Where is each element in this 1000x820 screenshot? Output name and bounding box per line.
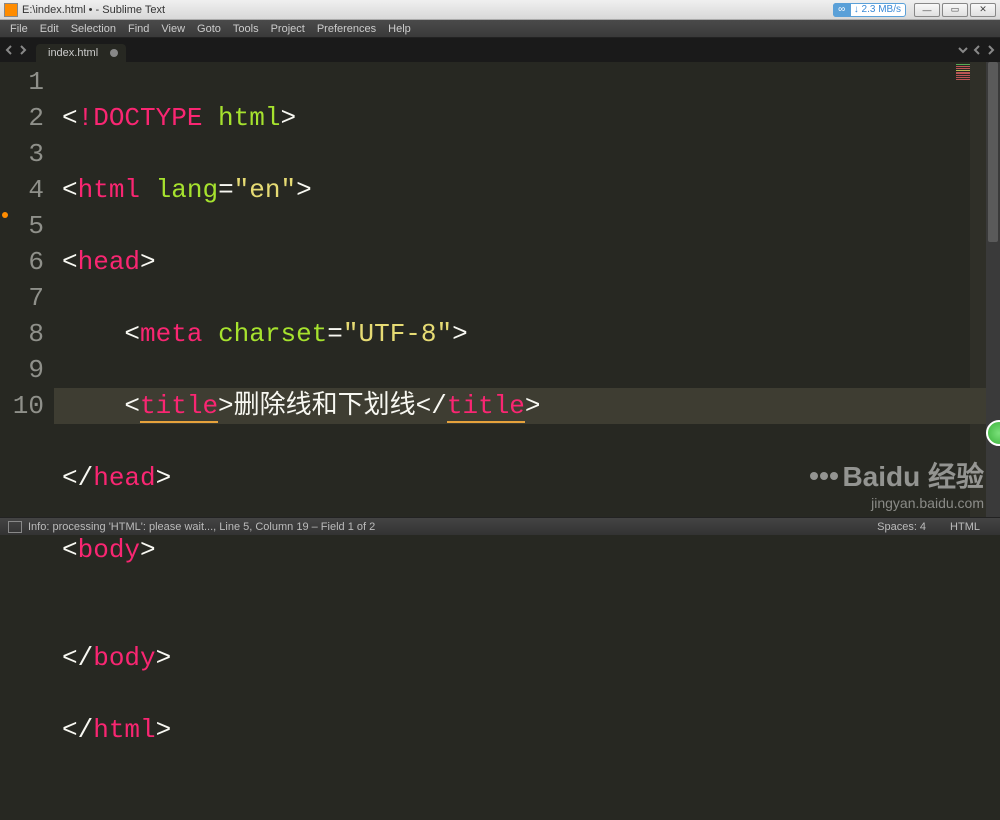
menu-goto[interactable]: Goto	[191, 23, 227, 35]
line-number: 7	[0, 280, 44, 316]
menubar: File Edit Selection Find View Goto Tools…	[0, 20, 1000, 38]
menu-preferences[interactable]: Preferences	[311, 23, 382, 35]
dropdown-icon[interactable]	[958, 45, 968, 55]
tab-label: index.html	[48, 47, 98, 59]
code-line-10: </html>	[62, 712, 970, 748]
line-number: 4	[0, 172, 44, 208]
line-number: 8	[0, 316, 44, 352]
status-syntax[interactable]: HTML	[938, 521, 992, 533]
code-line-4: <meta charset="UTF-8">	[62, 316, 970, 352]
scrollbar-thumb[interactable]	[988, 62, 998, 242]
tabbar: index.html	[0, 38, 1000, 62]
menu-help[interactable]: Help	[382, 23, 417, 35]
statusbar: Info: processing 'HTML': please wait...,…	[0, 517, 1000, 535]
status-info: Info: processing 'HTML': please wait...,…	[28, 521, 375, 533]
close-button[interactable]: ✕	[970, 3, 996, 17]
menu-tools[interactable]: Tools	[227, 23, 265, 35]
cloud-icon: ∞	[833, 3, 851, 17]
menu-file[interactable]: File	[4, 23, 34, 35]
line-number: 9	[0, 352, 44, 388]
code-line-6: </head>	[62, 460, 970, 496]
network-speed-badge[interactable]: ∞ ↓ 2.3 MB/s	[833, 3, 906, 17]
code-line-7: <body>	[62, 532, 970, 568]
code-content[interactable]: <!DOCTYPE html> <html lang="en"> <head> …	[54, 62, 970, 517]
menu-view[interactable]: View	[155, 23, 191, 35]
code-line-5: <title>删除线和下划线</title>	[54, 388, 990, 424]
gutter-marker-icon	[2, 212, 8, 218]
nav-fwd2-icon[interactable]	[986, 45, 996, 55]
nav-fwd-icon[interactable]	[18, 45, 28, 55]
statusbar-panel-icon[interactable]	[8, 521, 22, 533]
minimize-button[interactable]: —	[914, 3, 940, 17]
line-number: 3	[0, 136, 44, 172]
line-number: 1	[0, 64, 44, 100]
editor-area[interactable]: 1 2 3 4 5 6 7 8 9 10 <!DOCTYPE html> <ht…	[0, 62, 1000, 517]
window-title: E:\index.html • - Sublime Text	[22, 4, 165, 16]
menu-project[interactable]: Project	[265, 23, 311, 35]
menu-edit[interactable]: Edit	[34, 23, 65, 35]
titlebar: E:\index.html • - Sublime Text ∞ ↓ 2.3 M…	[0, 0, 1000, 20]
code-line-2: <html lang="en">	[62, 172, 970, 208]
status-spaces[interactable]: Spaces: 4	[865, 521, 938, 533]
nav-back2-icon[interactable]	[972, 45, 982, 55]
minimap-gutter	[970, 62, 986, 517]
line-gutter: 1 2 3 4 5 6 7 8 9 10	[0, 62, 54, 517]
menu-selection[interactable]: Selection	[65, 23, 122, 35]
line-number: 10	[0, 388, 44, 424]
vertical-scrollbar[interactable]	[986, 62, 1000, 517]
line-number: 6	[0, 244, 44, 280]
tab-dirty-indicator[interactable]	[110, 49, 118, 57]
code-line-1: <!DOCTYPE html>	[62, 100, 970, 136]
code-line-9: </body>	[62, 640, 970, 676]
app-icon	[4, 3, 18, 17]
nav-back-icon[interactable]	[4, 45, 14, 55]
maximize-button[interactable]: ▭	[942, 3, 968, 17]
tab-index-html[interactable]: index.html	[36, 44, 126, 62]
menu-find[interactable]: Find	[122, 23, 155, 35]
minimap[interactable]	[956, 62, 970, 80]
line-number: 2	[0, 100, 44, 136]
code-line-3: <head>	[62, 244, 970, 280]
